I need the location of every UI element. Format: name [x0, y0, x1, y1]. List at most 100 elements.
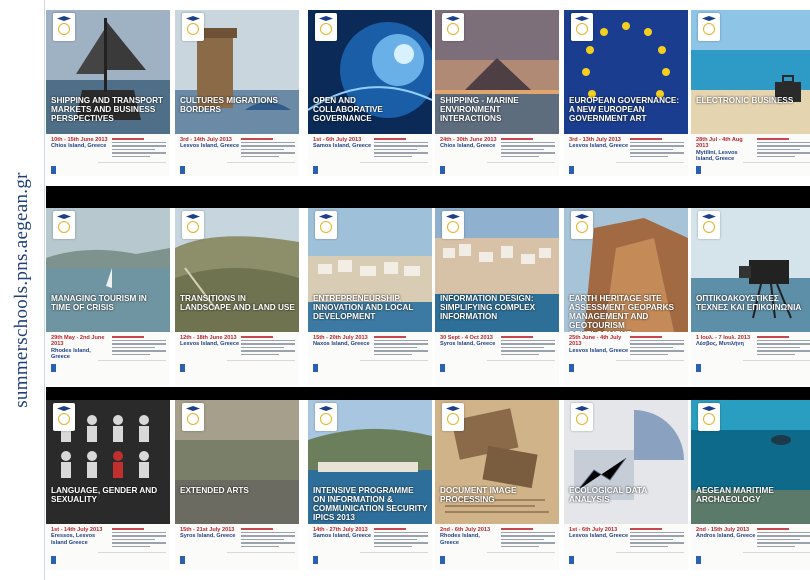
- poster-date-text: 2nd - 15th July 2013: [696, 527, 750, 533]
- poster-title: ΟΠΤΙΚΟΑΚΟΥΣΤΙΚΕΣ ΤΕΧΝΕΣ ΚΑΙ ΕΠΙΚΟΙΝΩΝΙΑ: [696, 294, 802, 312]
- sponsor-logos: [695, 377, 810, 382]
- poster-date-text: 10th - 15th June 2013: [51, 137, 108, 143]
- poster-date-text: 2nd - 6th July 2013: [440, 527, 491, 533]
- poster-info: 2nd - 6th July 2013 Rhodes Island, Greec…: [435, 524, 559, 570]
- poster-card: MANAGING TOURISM IN TIME OF CRISIS 29th …: [46, 208, 170, 385]
- poster-place: Lesvos Island, Greece: [180, 143, 240, 150]
- poster-title: SHIPPING - MARINE ENVIRONMENT INTERACTIO…: [440, 96, 519, 123]
- map-strip: [227, 360, 295, 375]
- poster-body-text: [630, 336, 684, 357]
- poster-date: 2nd - 6th July 2013 Rhodes Island, Greec…: [440, 527, 500, 546]
- summer-school-logo: [182, 403, 204, 431]
- poster-info: 15th - 21st July 2013 Syros Island, Gree…: [175, 524, 299, 570]
- poster-info: 24th - 30th June 2013 Chios Island, Gree…: [435, 134, 559, 176]
- poster-title: EXTENDED ARTS: [180, 486, 249, 495]
- poster-date: 30 Sept - 4 Oct 2013 Syros Island, Greec…: [440, 335, 500, 348]
- poster-place: Eressos, Lesvos Island Greece: [51, 533, 96, 546]
- poster-body-text: [501, 336, 555, 357]
- poster-date-text: 1st - 6th July 2013: [313, 137, 362, 143]
- poster-place: Rhodes Island, Greece: [440, 533, 480, 546]
- poster-date-text: 25th June - 4th July 2013: [569, 335, 622, 348]
- poster-date: 2nd - 15th July 2013 Andros Island, Gree…: [696, 527, 756, 540]
- poster-title: ELECTRONIC BUSINESS: [696, 96, 794, 105]
- poster-place: Lesvos Island, Greece: [569, 533, 629, 540]
- poster-place: Naxos Island, Greece: [313, 341, 370, 348]
- poster-card: ΟΠΤΙΚΟΑΚΟΥΣΤΙΚΕΣ ΤΕΧΝΕΣ ΚΑΙ ΕΠΙΚΟΙΝΩΝΙΑ …: [691, 208, 810, 385]
- poster-date-text: 1st - 14th July 2013: [51, 527, 103, 533]
- poster-place: Andros Island, Greece: [696, 533, 756, 540]
- poster-card: SHIPPING - MARINE ENVIRONMENT INTERACTIO…: [435, 10, 559, 176]
- summer-school-logo: [698, 13, 720, 41]
- poster-title: OPEN AND COLLABORATIVE GOVERNANCE: [313, 96, 383, 123]
- poster-date: 12th - 18th June 2013 Lesvos Island, Gre…: [180, 335, 240, 348]
- poster-place: Λέσβος, Μυτιλήνη: [696, 341, 744, 348]
- sponsor-logos: [179, 377, 295, 382]
- poster-place: Mytilini, Lesvos Island, Greece: [696, 149, 738, 163]
- map-strip: [360, 360, 428, 375]
- poster-body-text: [112, 336, 166, 357]
- sponsor-logos: [439, 562, 555, 567]
- poster-info: 2nd - 15th July 2013 Andros Island, Gree…: [691, 524, 810, 570]
- summer-school-logo: [442, 403, 464, 431]
- poster-title: ECOLOGICAL DATA ANALYSIS: [569, 486, 647, 504]
- poster-body-text: [374, 528, 428, 549]
- poster-date: 14th - 27th July 2013 Samos Island, Gree…: [313, 527, 373, 540]
- sponsor-logos: [568, 562, 684, 567]
- sponsor-logos: [50, 168, 166, 173]
- summer-school-logo: [571, 403, 593, 431]
- summer-school-logo: [442, 211, 464, 239]
- poster-info: 28th Jul - 4th Aug 2013 Mytilini, Lesvos…: [691, 134, 810, 176]
- poster-place: Lesvos Island, Greece: [569, 143, 629, 150]
- poster-info: 12th - 18th June 2013 Lesvos Island, Gre…: [175, 332, 299, 385]
- poster-info: 15th - 20th July 2013 Naxos Island, Gree…: [308, 332, 432, 385]
- poster-grid: SHIPPING AND TRANSPORT MARKETS AND BUSIN…: [46, 10, 810, 580]
- poster-card: CULTURES MIGRATIONS BORDERS 3rd - 14th J…: [175, 10, 299, 176]
- summer-school-logo: [571, 211, 593, 239]
- poster-card: OPEN AND COLLABORATIVE GOVERNANCE 1st - …: [308, 10, 432, 176]
- poster-card: EARTH HERITAGE SITE ASSESSMENT GEOPARKS …: [564, 208, 688, 385]
- poster-date: 15th - 20th July 2013 Naxos Island, Gree…: [313, 335, 373, 348]
- poster-body-text: [241, 336, 295, 357]
- poster-card: SHIPPING AND TRANSPORT MARKETS AND BUSIN…: [46, 10, 170, 176]
- poster-card: EXTENDED ARTS 15th - 21st July 2013 Syro…: [175, 400, 299, 570]
- poster-title: INFORMATION DESIGN: SIMPLIFYING COMPLEX …: [440, 294, 536, 321]
- poster-place: Chios Island, Greece: [51, 143, 107, 150]
- poster-date: 1st - 6th July 2013 Lesvos Island, Greec…: [569, 527, 629, 540]
- poster-body-text: [501, 528, 555, 549]
- poster-body-text: [374, 138, 428, 159]
- poster-card: EUROPEAN GOVERNANCE: A NEW EUROPEAN GOVE…: [564, 10, 688, 176]
- poster-body-text: [757, 528, 810, 549]
- poster-date: 1st - 14th July 2013 Eressos, Lesvos Isl…: [51, 527, 111, 546]
- poster-card: AEGEAN MARITIME ARCHAEOLOGY 2nd - 15th J…: [691, 400, 810, 570]
- poster-date: 15th - 21st July 2013 Syros Island, Gree…: [180, 527, 240, 540]
- poster-title: DOCUMENT IMAGE PROCESSING: [440, 486, 517, 504]
- poster-date-text: 29th May - 2nd June 2013: [51, 335, 105, 348]
- poster-date-text: 1st - 6th July 2013: [569, 527, 618, 533]
- summer-school-logo: [53, 13, 75, 41]
- summer-school-logo: [53, 211, 75, 239]
- poster-place: Syros Island, Greece: [180, 533, 236, 540]
- poster-place: Chios Island, Greece: [440, 143, 496, 150]
- poster-date-text: 15th - 20th July 2013: [313, 335, 368, 341]
- poster-card: ECOLOGICAL DATA ANALYSIS 1st - 6th July …: [564, 400, 688, 570]
- poster-title: INTENSIVE PROGRAMME ON INFORMATION & COM…: [313, 486, 428, 522]
- poster-body-text: [757, 138, 810, 159]
- poster-info: 1st - 14th July 2013 Eressos, Lesvos Isl…: [46, 524, 170, 570]
- map-strip: [98, 360, 166, 375]
- poster-info: 10th - 15th June 2013 Chios Island, Gree…: [46, 134, 170, 176]
- summer-school-logo: [182, 13, 204, 41]
- poster-date: 29th May - 2nd June 2013 Rhodes Island, …: [51, 335, 111, 361]
- poster-date-text: 12th - 18th June 2013: [180, 335, 237, 341]
- poster-title: MANAGING TOURISM IN TIME OF CRISIS: [51, 294, 147, 312]
- poster-place: Lesvos Island, Greece: [180, 341, 240, 348]
- summer-school-logo: [698, 211, 720, 239]
- deadline-box: [696, 364, 743, 372]
- poster-date: 3rd - 13th July 2013 Lesvos Island, Gree…: [569, 137, 629, 150]
- poster-title: EUROPEAN GOVERNANCE: A NEW EUROPEAN GOVE…: [569, 96, 680, 123]
- poster-date: 1st - 6th July 2013 Samos Island, Greece: [313, 137, 373, 150]
- map-strip: [487, 360, 555, 375]
- map-strip: [616, 360, 684, 375]
- map-strip: [743, 360, 810, 375]
- sidebar: summerschools.pns.aegean.gr: [0, 0, 45, 580]
- poster-title: CULTURES MIGRATIONS BORDERS: [180, 96, 278, 114]
